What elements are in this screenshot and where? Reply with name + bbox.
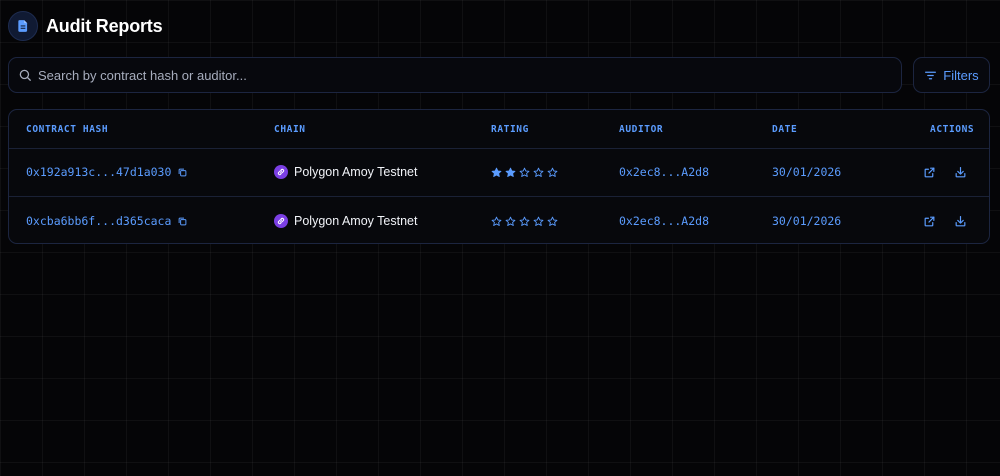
rating-stars	[491, 167, 558, 178]
star-empty-icon	[519, 216, 530, 226]
polygon-chain-icon	[274, 214, 288, 228]
star-empty-icon	[547, 167, 558, 177]
report-date: 30/01/2026	[772, 165, 842, 179]
table-row[interactable]: 0xcba6bb6f...d365caca Polygon Amoy Testn…	[9, 196, 989, 243]
column-header-rating[interactable]: RATING	[491, 124, 529, 135]
contract-hash-link[interactable]: 0xcba6bb6f...d365caca	[26, 214, 171, 228]
column-header-auditor[interactable]: AUDITOR	[619, 124, 663, 135]
polygon-chain-icon	[274, 165, 288, 179]
download-icon[interactable]	[951, 212, 969, 230]
column-header-contract-hash[interactable]: CONTRACT HASH	[26, 124, 108, 135]
star-empty-icon	[491, 216, 502, 226]
search-bar[interactable]	[8, 57, 902, 93]
star-empty-icon	[519, 167, 530, 177]
filters-button[interactable]: Filters	[913, 57, 990, 93]
star-filled-icon	[491, 167, 502, 177]
open-external-icon[interactable]	[920, 212, 938, 230]
copy-icon[interactable]	[178, 217, 187, 226]
page-title: Audit Reports	[46, 15, 163, 36]
table-header: CONTRACT HASH CHAIN RATING AUDITOR DATE …	[9, 110, 989, 149]
star-empty-icon	[533, 167, 544, 177]
search-icon	[18, 68, 32, 82]
contract-hash-link[interactable]: 0x192a913c...47d1a030	[26, 165, 171, 179]
chain-name: Polygon Amoy Testnet	[294, 214, 418, 228]
rating-stars	[491, 216, 558, 227]
column-header-date[interactable]: DATE	[772, 124, 797, 135]
copy-icon[interactable]	[178, 168, 187, 177]
open-external-icon[interactable]	[920, 163, 938, 181]
star-empty-icon	[505, 216, 516, 226]
star-empty-icon	[547, 216, 558, 226]
document-icon	[8, 11, 38, 41]
download-icon[interactable]	[951, 163, 969, 181]
filters-label: Filters	[943, 67, 979, 83]
star-filled-icon	[505, 167, 516, 177]
chain-name: Polygon Amoy Testnet	[294, 165, 418, 179]
column-header-chain[interactable]: CHAIN	[274, 124, 306, 135]
column-header-actions: ACTIONS	[930, 124, 975, 135]
audit-reports-table: CONTRACT HASH CHAIN RATING AUDITOR DATE …	[8, 109, 990, 244]
filter-lines-icon	[924, 69, 937, 82]
table-row[interactable]: 0x192a913c...47d1a030 Polygon Amoy Testn…	[9, 148, 989, 196]
page-header: Audit Reports	[8, 10, 163, 42]
search-input[interactable]	[38, 67, 878, 83]
report-date: 30/01/2026	[772, 214, 842, 228]
auditor-address[interactable]: 0x2ec8...A2d8	[619, 214, 709, 228]
auditor-address[interactable]: 0x2ec8...A2d8	[619, 165, 709, 179]
star-empty-icon	[533, 216, 544, 226]
